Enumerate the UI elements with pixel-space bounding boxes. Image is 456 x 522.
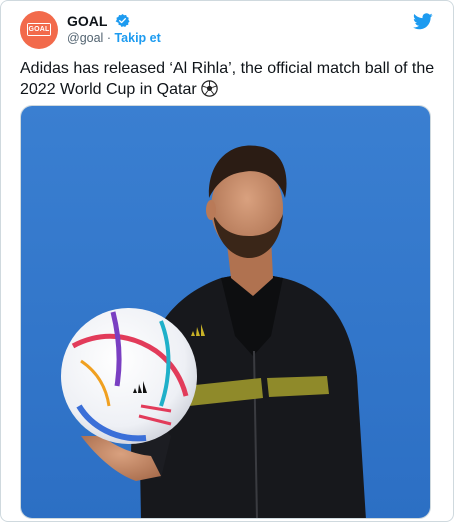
avatar-logo-text: GOAL xyxy=(28,24,50,35)
twitter-bird-icon[interactable] xyxy=(413,13,433,30)
verified-badge-icon xyxy=(115,13,130,27)
tweet-text-body: Adidas has released ‘Al Rihla’, the offi… xyxy=(20,60,435,98)
follow-button[interactable]: Takip et xyxy=(114,31,160,45)
author-name[interactable]: GOAL xyxy=(67,13,107,29)
tweet-text: Adidas has released ‘Al Rihla’, the offi… xyxy=(20,58,440,100)
author-handle[interactable]: @goal xyxy=(67,31,103,45)
tweet-photo[interactable] xyxy=(20,105,431,519)
handle-row: @goal · Takip et xyxy=(67,31,161,45)
goal-logo-icon: GOAL xyxy=(27,23,51,36)
tweet-card: GOAL GOAL @goal · Takip et Adidas has re… xyxy=(0,0,454,522)
al-rihla-ball xyxy=(61,308,197,444)
soccer-ball-emoji-icon xyxy=(201,80,218,97)
separator: · xyxy=(106,31,111,45)
author-avatar[interactable]: GOAL xyxy=(20,11,58,49)
photo-player-with-ball xyxy=(21,106,430,518)
